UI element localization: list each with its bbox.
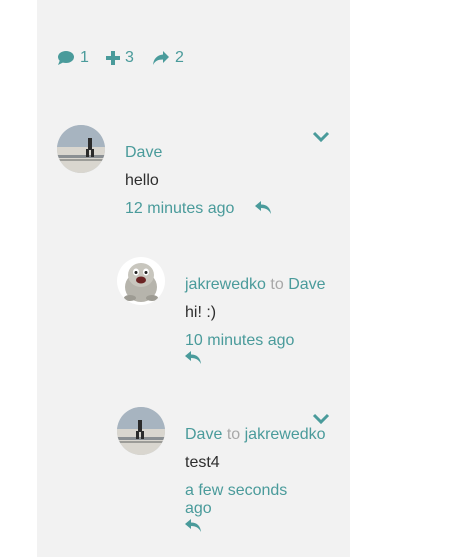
reply-to-author[interactable]: Dave <box>288 276 325 293</box>
avatar-jakrewedko[interactable] <box>117 257 165 305</box>
reply-icon <box>185 519 201 532</box>
reply-to-label: to <box>270 276 284 293</box>
collapse-comment-1[interactable] <box>312 131 330 143</box>
comment-timestamp[interactable]: 12 minutes ago <box>125 200 234 218</box>
reply-header: jakrewedko to Dave <box>185 276 326 294</box>
avatar-dave[interactable] <box>57 125 105 173</box>
comments-count-value: 1 <box>80 49 89 66</box>
timestamp-line-1: a few seconds <box>185 482 288 499</box>
chevron-down-icon <box>312 131 330 143</box>
comment-text: hello <box>125 172 159 189</box>
comment-text: test4 <box>185 454 220 471</box>
avatar-dave[interactable] <box>117 407 165 455</box>
comment-icon <box>58 51 74 65</box>
comments-count[interactable]: 1 <box>57 48 89 68</box>
reply-icon <box>185 351 201 364</box>
reply-button[interactable] <box>185 351 202 365</box>
reply-to-author[interactable]: jakrewedko <box>245 426 326 443</box>
reply-header: Dave to jakrewedko <box>185 426 326 444</box>
collapse-comment-3[interactable] <box>312 413 330 425</box>
reply-button[interactable] <box>185 519 202 533</box>
comment-author[interactable]: Dave <box>125 144 162 162</box>
plus-icon <box>106 51 120 65</box>
comment-timestamp[interactable]: 10 minutes ago <box>185 332 294 350</box>
shares-count[interactable]: 2 <box>152 48 184 68</box>
share-icon <box>153 51 169 65</box>
timestamp-line-2: ago <box>185 500 212 517</box>
comment-author[interactable]: Dave <box>185 426 222 443</box>
comment-timestamp[interactable]: a few seconds ago <box>185 482 287 518</box>
reply-to-label: to <box>226 426 241 443</box>
comment-author[interactable]: jakrewedko <box>185 276 266 293</box>
chevron-down-icon <box>312 413 330 425</box>
reply-icon <box>255 201 271 214</box>
reply-button[interactable] <box>255 201 272 215</box>
upvotes-count[interactable]: 3 <box>106 48 134 68</box>
comment-text: hi! :) <box>185 304 217 321</box>
shares-count-value: 2 <box>175 49 184 66</box>
upvotes-count-value: 3 <box>125 49 134 66</box>
